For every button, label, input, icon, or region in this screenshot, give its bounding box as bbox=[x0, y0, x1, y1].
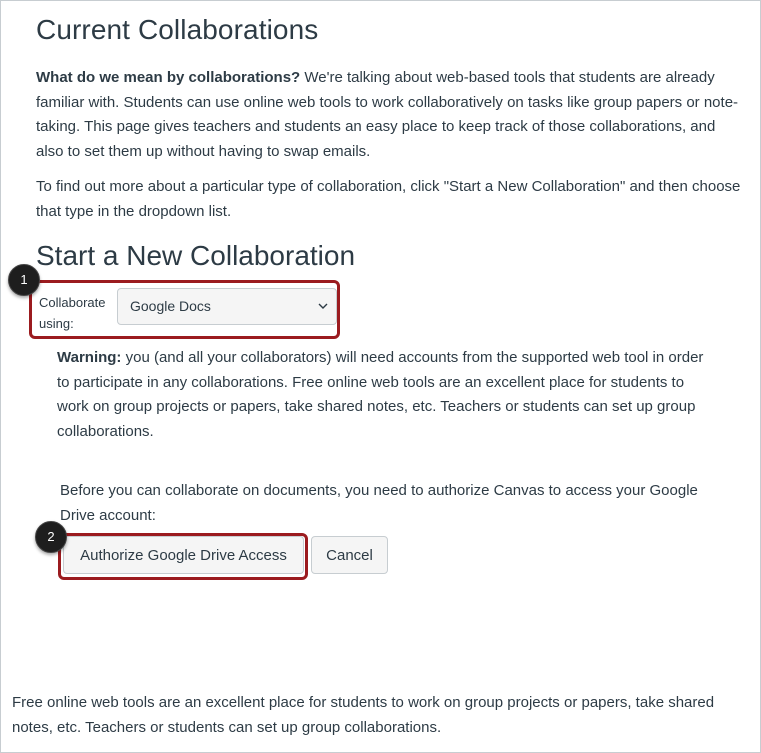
intro-bold: What do we mean by collaborations? bbox=[36, 69, 301, 86]
cancel-button[interactable]: Cancel bbox=[311, 536, 388, 574]
warning-bold: Warning: bbox=[57, 349, 122, 366]
warning-text: you (and all your collaborators) will ne… bbox=[57, 349, 704, 440]
find-out-paragraph: To find out more about a particular type… bbox=[36, 178, 741, 220]
intro-paragraph: What do we mean by collaborations? We're… bbox=[36, 66, 741, 164]
callout-highlight-2 bbox=[58, 533, 308, 580]
authorize-paragraph: Before you can collaborate on documents,… bbox=[60, 482, 698, 524]
callout-badge-2: 2 bbox=[35, 521, 67, 553]
callout-highlight-1 bbox=[29, 280, 340, 339]
section-title: Start a New Collaboration bbox=[36, 240, 356, 271]
page-title: Current Collaborations bbox=[36, 14, 319, 45]
footer-caption: Free online web tools are an excellent p… bbox=[12, 694, 715, 736]
callout-badge-1: 1 bbox=[8, 264, 40, 296]
warning-paragraph: Warning: you (and all your collaborators… bbox=[57, 346, 707, 444]
